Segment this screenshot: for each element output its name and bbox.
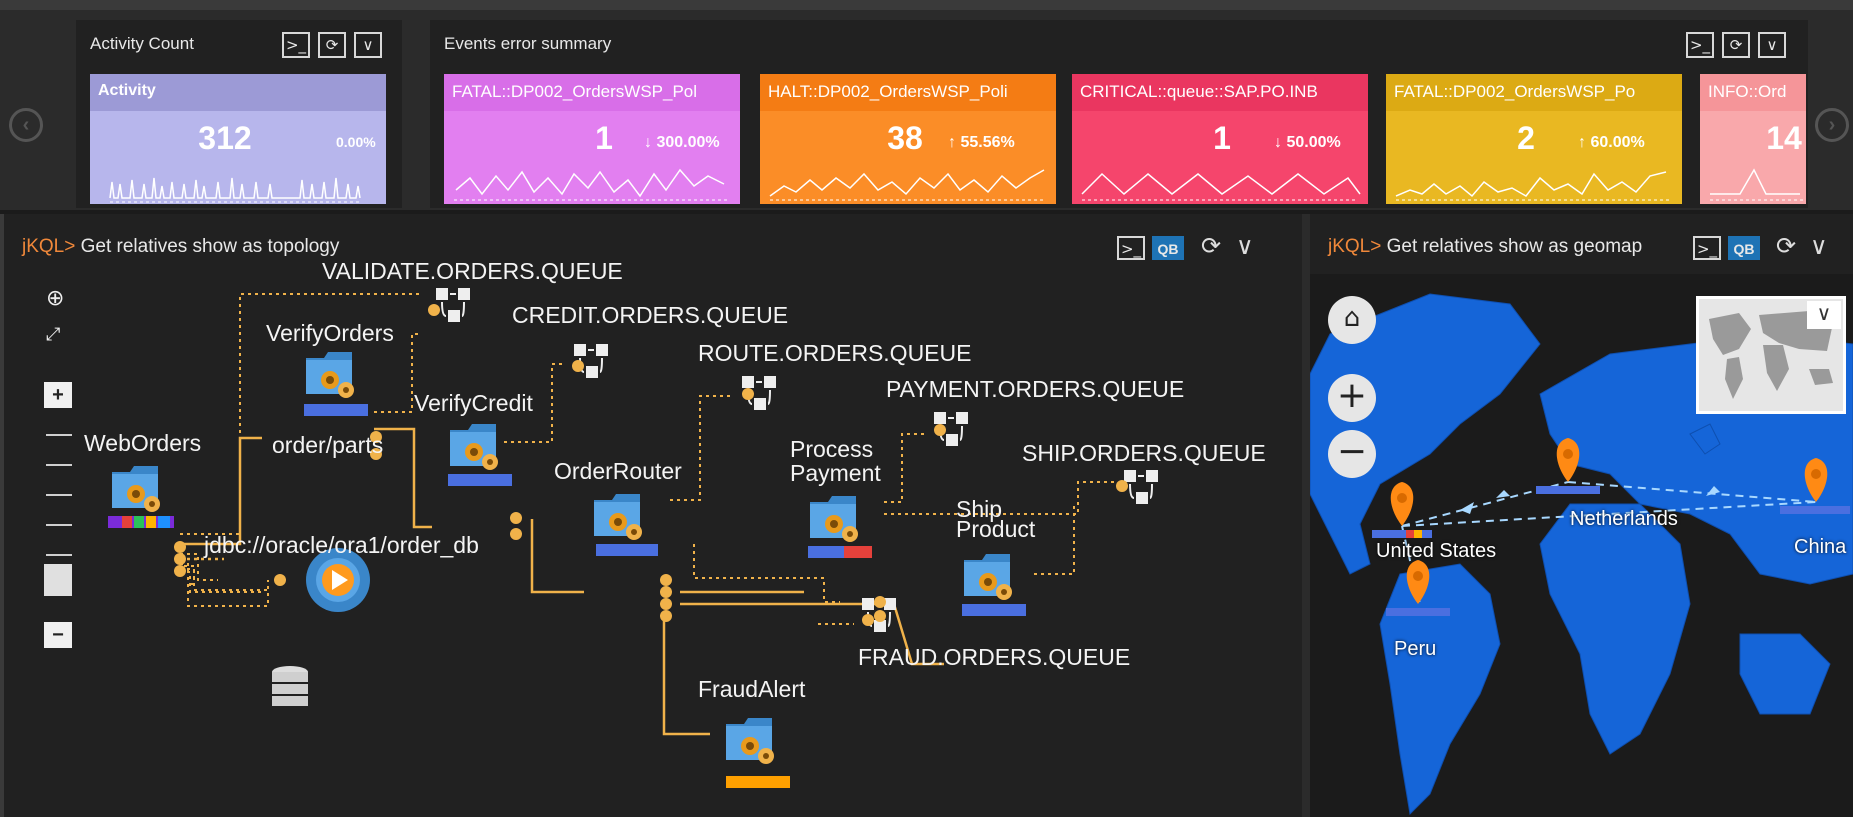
tile-change: 60.00% (1590, 134, 1645, 151)
tile-value: 14 (1766, 120, 1802, 156)
product-label: Product (956, 516, 1036, 542)
node-status-bar (448, 474, 512, 486)
edge (884, 433, 924, 503)
activity-tile[interactable]: Activity 312 0.00% (90, 74, 386, 204)
weborders-node-icon[interactable] (112, 466, 160, 512)
tile-name: FATAL::DP002_OrdersWSP_Pol (444, 74, 740, 111)
ship-queue-label: SHIP.ORDERS.QUEUE (1022, 440, 1266, 466)
fraudalert-node-icon[interactable] (726, 718, 774, 764)
node-status-bar (304, 404, 368, 416)
tile-value: 312 (198, 120, 252, 156)
chevron-down-icon[interactable]: ∨ (1758, 32, 1786, 58)
chevron-down-icon[interactable]: ∨ (1810, 232, 1828, 261)
panel-title: Activity Count (90, 34, 194, 53)
terminal-icon[interactable]: >_ (1686, 32, 1714, 58)
orderparts-label: order/parts (272, 432, 384, 458)
credit-queue-label: CREDIT.ORDERS.QUEUE (512, 302, 789, 328)
sparkline (109, 177, 361, 203)
home-icon[interactable]: ⌂ (1328, 296, 1376, 344)
node-status-bar (962, 604, 1026, 616)
verifycredit-node-icon[interactable] (450, 424, 498, 470)
arrow-up-icon: ↑ (1578, 134, 1586, 151)
tile-value: 1 (595, 120, 613, 156)
tile-change: 50.00% (1286, 134, 1341, 151)
queue-icon[interactable] (1123, 469, 1159, 505)
chevron-down-icon[interactable]: ∨ (1807, 301, 1841, 329)
fraudalert-label: FraudAlert (698, 676, 806, 702)
tile-change: 0.00% (336, 134, 376, 150)
chevron-left-circle-icon[interactable]: ‹ (9, 108, 43, 142)
geomap-panel: jKQL> Get relatives show as geomap >_ QB… (1310, 214, 1853, 817)
overview-minimap[interactable]: ∨ (1696, 296, 1846, 414)
edge (530, 519, 584, 594)
chevron-down-icon[interactable]: ∨ (354, 32, 382, 58)
queue-icon[interactable] (435, 287, 471, 323)
query-line: jKQL> Get relatives show as geomap (1328, 236, 1642, 258)
map-label-nl: Netherlands (1570, 508, 1678, 530)
tile-name: Activity (90, 74, 386, 111)
process-label: Process (790, 436, 874, 462)
map-label-us: United States (1376, 540, 1497, 562)
tile-change: 300.00% (656, 134, 720, 151)
topology-panel: jKQL> Get relatives show as topology >_ … (0, 214, 1302, 817)
refresh-icon[interactable]: ⟳ (318, 32, 346, 58)
map-label-cn: China (1794, 536, 1847, 558)
sparkline (1395, 171, 1672, 201)
refresh-icon[interactable]: ⟳ (1722, 32, 1750, 58)
arrow-down-icon: ↓ (1274, 134, 1282, 151)
sparkline (769, 169, 1046, 201)
tile-name: FATAL::DP002_OrdersWSP_Po (1386, 74, 1682, 111)
query-text: Get relatives show as geomap (1381, 236, 1643, 257)
error-tile[interactable]: CRITICAL::queue::SAP.PO.INB 1 ↓ 50.00% (1072, 74, 1368, 204)
jkql-prefix: jKQL> (1328, 236, 1382, 257)
edge (662, 614, 710, 736)
error-tile[interactable]: FATAL::DP002_OrdersWSP_Pol 1 ↓ 300.00% (444, 74, 740, 204)
error-tile[interactable]: HALT::DP002_OrdersWSP_Poli 38 ↑ 55.56% (760, 74, 1056, 204)
verifyorders-label: VerifyOrders (266, 320, 394, 346)
validate-queue-label: VALIDATE.ORDERS.QUEUE (322, 258, 623, 284)
map-zoom-out-button[interactable]: − (1328, 430, 1376, 478)
payment-label: Payment (790, 460, 881, 486)
error-tile[interactable]: INFO::Ord 14 (1700, 74, 1806, 204)
qb-button[interactable]: QB (1728, 236, 1760, 260)
node-status-bar (726, 776, 790, 788)
sparkline (1081, 172, 1361, 201)
tile-name: INFO::Ord (1700, 74, 1806, 111)
orderrouter-node-icon[interactable] (594, 494, 642, 540)
processpayment-node-icon[interactable] (810, 496, 858, 542)
refresh-icon[interactable]: ⟳ (1776, 232, 1796, 260)
terminal-icon[interactable]: >_ (282, 32, 310, 58)
error-tile[interactable]: FATAL::DP002_OrdersWSP_Po 2 ↑ 60.00% (1386, 74, 1682, 204)
payment-queue-label: PAYMENT.ORDERS.QUEUE (886, 376, 1185, 402)
weborders-label: WebOrders (84, 430, 202, 456)
tile-value: 1 (1213, 120, 1231, 156)
database-node-icon[interactable] (272, 666, 308, 706)
arrow-down-icon: ↓ (644, 134, 652, 151)
map-zoom-in-button[interactable]: + (1328, 374, 1376, 422)
tile-value: 2 (1517, 120, 1535, 156)
tile-value: 38 (887, 120, 923, 156)
tile-name: HALT::DP002_OrdersWSP_Poli (760, 74, 1056, 111)
chevron-right-circle-icon[interactable]: › (1815, 108, 1849, 142)
sparkline (454, 168, 730, 201)
tile-change: 55.56% (960, 134, 1015, 151)
activity-count-panel: Activity Count >_ ⟳ ∨ Activity 312 0.00% (76, 20, 402, 208)
sparkline (1710, 168, 1804, 201)
terminal-icon[interactable]: >_ (1693, 236, 1721, 260)
tile-name: CRITICAL::queue::SAP.PO.INB (1072, 74, 1368, 111)
fraud-queue-label: FRAUD.ORDERS.QUEUE (858, 644, 1131, 670)
panel-splitter[interactable] (1302, 214, 1310, 817)
arrow-up-icon: ↑ (948, 134, 956, 151)
node-status-bar (596, 544, 658, 556)
orderrouter-label: OrderRouter (554, 458, 682, 484)
verifycredit-label: VerifyCredit (414, 390, 533, 416)
route-queue-label: ROUTE.ORDERS.QUEUE (698, 340, 972, 366)
top-strip: ‹ › Activity Count >_ ⟳ ∨ Activity 312 0… (0, 0, 1853, 210)
events-error-summary-panel: Events error summary >_ ⟳ ∨ FATAL::DP002… (430, 20, 1808, 208)
verifyorders-node-icon[interactable] (306, 352, 354, 398)
map-label-pe: Peru (1394, 638, 1437, 660)
shipproduct-node-icon[interactable] (964, 554, 1012, 600)
panel-title: Events error summary (444, 34, 612, 53)
jdbc-label: jdbc://oracle/ora1/order_db (204, 532, 479, 558)
